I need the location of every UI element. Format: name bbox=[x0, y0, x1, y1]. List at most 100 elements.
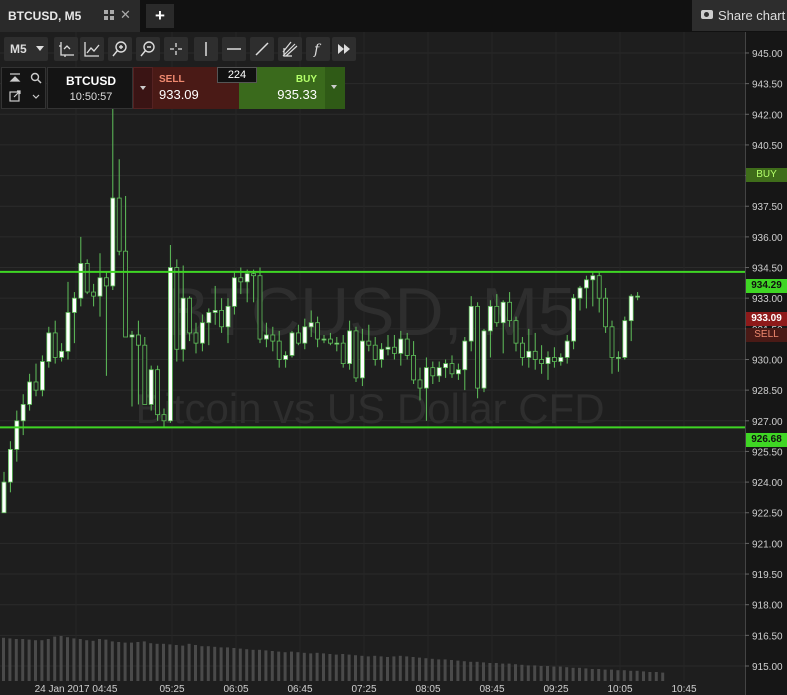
volume-bar bbox=[34, 640, 37, 681]
volume-bar bbox=[494, 663, 498, 681]
volume-bar bbox=[21, 639, 25, 681]
candle-body bbox=[417, 379, 423, 389]
candle-body bbox=[78, 263, 84, 299]
chart-tab[interactable]: BTCUSD, M5 ✕ bbox=[0, 0, 141, 32]
crosshair-axes-tool-button[interactable] bbox=[54, 37, 78, 61]
symbol-name: BTCUSD bbox=[66, 74, 116, 88]
horizontal-line-button[interactable] bbox=[222, 37, 246, 61]
volume-bar bbox=[578, 667, 581, 681]
buy-dropdown[interactable] bbox=[325, 67, 345, 109]
price-tick-label: 918.00 bbox=[752, 601, 783, 612]
camera-icon bbox=[701, 10, 713, 19]
candle-body bbox=[199, 322, 205, 344]
candle-body bbox=[251, 273, 257, 277]
volume-bar bbox=[162, 643, 165, 681]
candle-body bbox=[564, 340, 570, 358]
candle-body bbox=[359, 340, 365, 379]
candle-body bbox=[65, 312, 71, 352]
volume-bar bbox=[149, 643, 153, 681]
candle-body bbox=[462, 340, 468, 371]
volume-bar bbox=[258, 649, 261, 681]
candle-body bbox=[552, 357, 557, 362]
share-chart-button[interactable]: Share chart bbox=[692, 0, 787, 31]
volume-bar bbox=[546, 666, 549, 681]
price-tick-label: 937.50 bbox=[752, 202, 783, 213]
scroll-to-end-button[interactable] bbox=[332, 37, 356, 61]
candle-body bbox=[225, 305, 231, 328]
volume-bar bbox=[213, 646, 217, 681]
trend-line-button[interactable] bbox=[250, 37, 274, 61]
candle-body bbox=[327, 338, 333, 344]
candle-body bbox=[628, 295, 634, 322]
candle-body bbox=[596, 275, 602, 299]
timeframe-select[interactable]: M5 bbox=[4, 37, 48, 61]
candle-body bbox=[1, 481, 7, 514]
zoom-out-button[interactable] bbox=[136, 37, 160, 61]
candle-body bbox=[116, 197, 122, 252]
volume-bar bbox=[411, 657, 415, 681]
volume-bar bbox=[283, 652, 287, 681]
candle-body bbox=[238, 277, 244, 283]
volume-bar bbox=[565, 667, 569, 681]
volume-bar bbox=[264, 650, 268, 681]
volume-bar bbox=[251, 649, 255, 681]
volume-bar bbox=[8, 638, 12, 681]
volume-bar bbox=[469, 661, 473, 681]
volume-bar bbox=[290, 651, 293, 681]
chart-type-button[interactable] bbox=[80, 37, 104, 61]
volume-bar bbox=[590, 669, 594, 681]
candle-body bbox=[321, 338, 327, 341]
candle-body bbox=[104, 277, 109, 287]
volume-bar bbox=[53, 636, 57, 681]
sell-price: 933.09 bbox=[159, 87, 199, 102]
candle-body bbox=[302, 326, 308, 344]
candle-body bbox=[411, 355, 417, 381]
channel-tool-button[interactable] bbox=[278, 37, 302, 61]
close-tab-icon[interactable]: ✕ bbox=[120, 8, 131, 22]
volume-bar bbox=[322, 653, 325, 681]
price-chart[interactable]: 946.50945.00943.50942.00940.50939.00937.… bbox=[0, 32, 787, 695]
zoom-in-button[interactable] bbox=[108, 37, 132, 61]
candle-body bbox=[545, 357, 551, 364]
crosshair-button[interactable] bbox=[164, 37, 188, 61]
candle-body bbox=[507, 301, 513, 322]
chevron-down-icon bbox=[32, 94, 40, 99]
candle-body bbox=[231, 277, 237, 307]
new-tab-button[interactable]: + bbox=[146, 4, 174, 28]
time-tick-label: 09:25 bbox=[543, 684, 568, 695]
volume-bar bbox=[424, 658, 428, 681]
volume-bar bbox=[398, 655, 402, 681]
vertical-line-button[interactable] bbox=[194, 37, 218, 61]
volume-bar bbox=[616, 670, 620, 681]
indicators-button[interactable]: f bbox=[306, 37, 330, 61]
watermark-description: Bitcoin vs US Dollar CFD bbox=[135, 385, 604, 432]
volume-bar bbox=[533, 665, 537, 681]
tab-title: BTCUSD, M5 bbox=[8, 9, 82, 23]
volume-bar bbox=[206, 646, 210, 681]
volume-bar bbox=[14, 639, 18, 681]
volume-bar bbox=[648, 672, 652, 681]
buy-price-tag: BUY bbox=[746, 168, 787, 182]
symbol-box[interactable]: BTCUSD 10:50:57 bbox=[47, 67, 133, 109]
layout-grid-icon[interactable] bbox=[104, 10, 114, 20]
candle-body bbox=[379, 348, 385, 360]
candle-body bbox=[161, 414, 167, 422]
volume-bar bbox=[155, 643, 159, 681]
volume-bar bbox=[40, 640, 44, 681]
crosshair-icon bbox=[170, 43, 182, 55]
price-tick-label: 943.50 bbox=[752, 80, 783, 91]
price-tick-label: 921.00 bbox=[752, 539, 783, 550]
candle-body bbox=[500, 301, 506, 324]
volume-bar bbox=[194, 645, 197, 681]
sell-dropdown[interactable] bbox=[133, 67, 153, 109]
volume-bar bbox=[642, 671, 645, 681]
candle-body bbox=[20, 404, 26, 422]
price-tick-label: 934.50 bbox=[752, 264, 783, 275]
candle-body bbox=[27, 381, 33, 405]
candle-body bbox=[212, 310, 218, 313]
candle-body bbox=[123, 250, 128, 338]
price-tick-label: 922.50 bbox=[752, 509, 783, 520]
candle-body bbox=[340, 342, 346, 364]
candle-body bbox=[571, 297, 576, 342]
time-tick-label: 07:25 bbox=[351, 684, 376, 695]
